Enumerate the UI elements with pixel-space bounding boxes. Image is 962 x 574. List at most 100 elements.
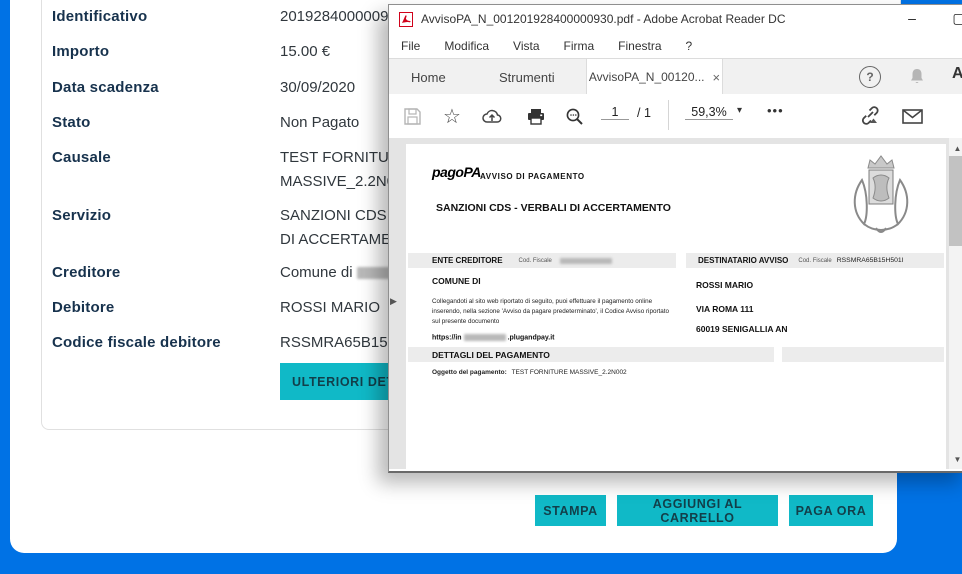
toolbar-divider bbox=[668, 100, 669, 130]
row-value: ROSSI MARIO bbox=[280, 299, 380, 316]
destinatario-address: VIA ROMA 111 bbox=[696, 304, 753, 314]
more-tools-icon[interactable]: ••• bbox=[767, 103, 784, 118]
star-icon[interactable]: ☆ bbox=[439, 103, 465, 129]
menu-file[interactable]: File bbox=[401, 39, 420, 53]
tab-document[interactable]: AvvisoPA_N_00120... × bbox=[586, 59, 723, 95]
ente-creditore-band: ENTE CREDITORE Cod. Fiscale bbox=[408, 253, 676, 268]
acrobat-toolbar: ☆ 1 / 1 59,3% ▾ ••• bbox=[389, 94, 962, 139]
window-title: AvvisoPA_N_001201928400000930.pdf - Adob… bbox=[421, 12, 786, 26]
bell-icon[interactable] bbox=[908, 67, 926, 86]
save-icon[interactable] bbox=[399, 103, 425, 129]
tab-home[interactable]: Home bbox=[411, 59, 446, 95]
row-value: Comune di bbox=[280, 264, 403, 281]
destinatario-cf-label: Cod. Fiscale bbox=[798, 258, 831, 264]
row-value: Non Pagato bbox=[280, 114, 359, 131]
row-label: Stato bbox=[52, 114, 91, 131]
row-value: 30/09/2020 bbox=[280, 79, 355, 96]
menu-modifica[interactable]: Modifica bbox=[444, 39, 489, 53]
scroll-down-icon[interactable]: ▼ bbox=[949, 451, 962, 467]
document-area: ▶ pagoPA AVVISO DI PAGAMENTO SANZIONI CD… bbox=[389, 138, 962, 469]
detail-row: Codice fiscale debitore bbox=[52, 334, 221, 352]
destinatario-cod-fiscale: RSSMRA65B15H501I bbox=[837, 257, 904, 264]
oggetto-label: Oggetto del pagamento: bbox=[432, 369, 507, 376]
row-label: Servizio bbox=[52, 207, 111, 224]
chevron-down-icon[interactable]: ▾ bbox=[737, 105, 742, 116]
ente-heading: ENTE CREDITORE bbox=[432, 256, 503, 265]
add-to-cart-button[interactable]: AGGIUNGI AL CARRELLO bbox=[617, 495, 778, 526]
oggetto-value: TEST FORNITURE MASSIVE_2.2N002 bbox=[512, 369, 627, 376]
url-suffix: .plugandpay.it bbox=[508, 334, 555, 341]
detail-row: Data scadenza bbox=[52, 79, 159, 97]
scroll-up-icon[interactable]: ▲ bbox=[949, 140, 962, 156]
dettagli-heading: DETTAGLI DEL PAGAMENTO bbox=[432, 350, 550, 360]
detail-row: Stato bbox=[52, 114, 91, 132]
destinatario-band: DESTINATARIO AVVISO Cod. Fiscale RSSMRA6… bbox=[686, 253, 944, 268]
detail-row: Servizio bbox=[52, 207, 111, 225]
dettagli-band-right bbox=[782, 347, 944, 362]
menu-vista[interactable]: Vista bbox=[513, 39, 539, 53]
share-link-icon[interactable] bbox=[857, 103, 883, 129]
email-icon[interactable] bbox=[899, 103, 925, 129]
vertical-scrollbar[interactable]: ▲ ▼ bbox=[949, 138, 962, 469]
pdf-title: SANZIONI CDS - VERBALI DI ACCERTAMENTO bbox=[436, 202, 671, 214]
url-prefix: https://in bbox=[432, 334, 462, 341]
payment-url: https://in .plugandpay.it bbox=[432, 334, 555, 341]
acrobat-tabbar: Home Strumenti AvvisoPA_N_00120... × ? A bbox=[389, 58, 962, 95]
acrobat-window: AvvisoPA_N_001201928400000930.pdf - Adob… bbox=[388, 4, 962, 473]
pay-now-button[interactable]: PAGA ORA bbox=[789, 495, 873, 526]
detail-row: Identificativo bbox=[52, 8, 147, 26]
menu-help[interactable]: ? bbox=[686, 39, 693, 53]
row-label: Identificativo bbox=[52, 8, 147, 25]
pagopa-logo: pagoPA bbox=[432, 164, 481, 180]
search-zoom-icon[interactable] bbox=[561, 103, 587, 129]
tab-document-label: AvvisoPA_N_00120... bbox=[589, 70, 705, 84]
row-label: Creditore bbox=[52, 264, 120, 281]
screen: Identificativo 20192840000093 Importo 15… bbox=[0, 0, 962, 574]
pdf-icon bbox=[399, 12, 413, 27]
minimize-button[interactable]: – bbox=[899, 5, 925, 31]
tab-tools[interactable]: Strumenti bbox=[499, 59, 555, 95]
ente-name: COMUNE DI bbox=[432, 276, 481, 286]
profile-avatar[interactable]: A bbox=[952, 65, 962, 83]
row-value-line2: MASSIVE_2.2N00 bbox=[280, 173, 403, 190]
detail-row: Importo bbox=[52, 43, 109, 61]
payment-info-text: Collegandoti al sito web riportato di se… bbox=[432, 297, 670, 327]
page-total: / 1 bbox=[637, 106, 651, 120]
maximize-button[interactable]: ▢ bbox=[946, 5, 962, 31]
tab-close-icon[interactable]: × bbox=[713, 70, 721, 85]
detail-row: Creditore bbox=[52, 264, 120, 282]
menu-finestra[interactable]: Finestra bbox=[618, 39, 661, 53]
acrobat-menubar: File Modifica Vista Firma Finestra ? bbox=[389, 33, 962, 58]
row-label: Data scadenza bbox=[52, 79, 159, 96]
zoom-level-field[interactable]: 59,3% bbox=[685, 105, 733, 120]
print-icon[interactable] bbox=[523, 103, 549, 129]
detail-row: Causale bbox=[52, 149, 111, 167]
row-label: Causale bbox=[52, 149, 111, 166]
pdf-header-label: AVVISO DI PAGAMENTO bbox=[480, 172, 585, 181]
scrollbar-thumb[interactable] bbox=[949, 156, 962, 246]
oggetto-line: Oggetto del pagamento: TEST FORNITURE MA… bbox=[432, 369, 627, 376]
acrobat-titlebar[interactable]: AvvisoPA_N_001201928400000930.pdf - Adob… bbox=[389, 5, 962, 33]
coat-of-arms-emblem bbox=[838, 150, 924, 246]
panel-expander-icon[interactable]: ▶ bbox=[390, 296, 397, 307]
row-value: 15.00 € bbox=[280, 43, 330, 60]
help-icon[interactable]: ? bbox=[859, 66, 881, 88]
creditor-prefix: Comune di bbox=[280, 264, 353, 281]
menu-firma[interactable]: Firma bbox=[564, 39, 595, 53]
detail-row: Debitore bbox=[52, 299, 114, 317]
ente-cf-label: Cod. Fiscale bbox=[519, 258, 552, 264]
row-label: Debitore bbox=[52, 299, 114, 316]
row-label: Importo bbox=[52, 43, 109, 60]
redacted-url bbox=[464, 334, 506, 341]
print-button[interactable]: STAMPA bbox=[535, 495, 606, 526]
destinatario-name: ROSSI MARIO bbox=[696, 280, 753, 290]
dettagli-band: DETTAGLI DEL PAGAMENTO bbox=[408, 347, 774, 362]
pdf-page: pagoPA AVVISO DI PAGAMENTO SANZIONI CDS … bbox=[406, 144, 946, 469]
page-number-input[interactable]: 1 bbox=[601, 105, 629, 120]
row-label: Codice fiscale debitore bbox=[52, 334, 221, 351]
destinatario-heading: DESTINATARIO AVVISO bbox=[698, 256, 788, 265]
cloud-upload-icon[interactable] bbox=[479, 103, 505, 129]
row-value: 20192840000093 bbox=[280, 8, 397, 25]
destinatario-city: 60019 SENIGALLIA AN bbox=[696, 324, 787, 334]
redacted-cod-fiscale bbox=[560, 258, 612, 264]
